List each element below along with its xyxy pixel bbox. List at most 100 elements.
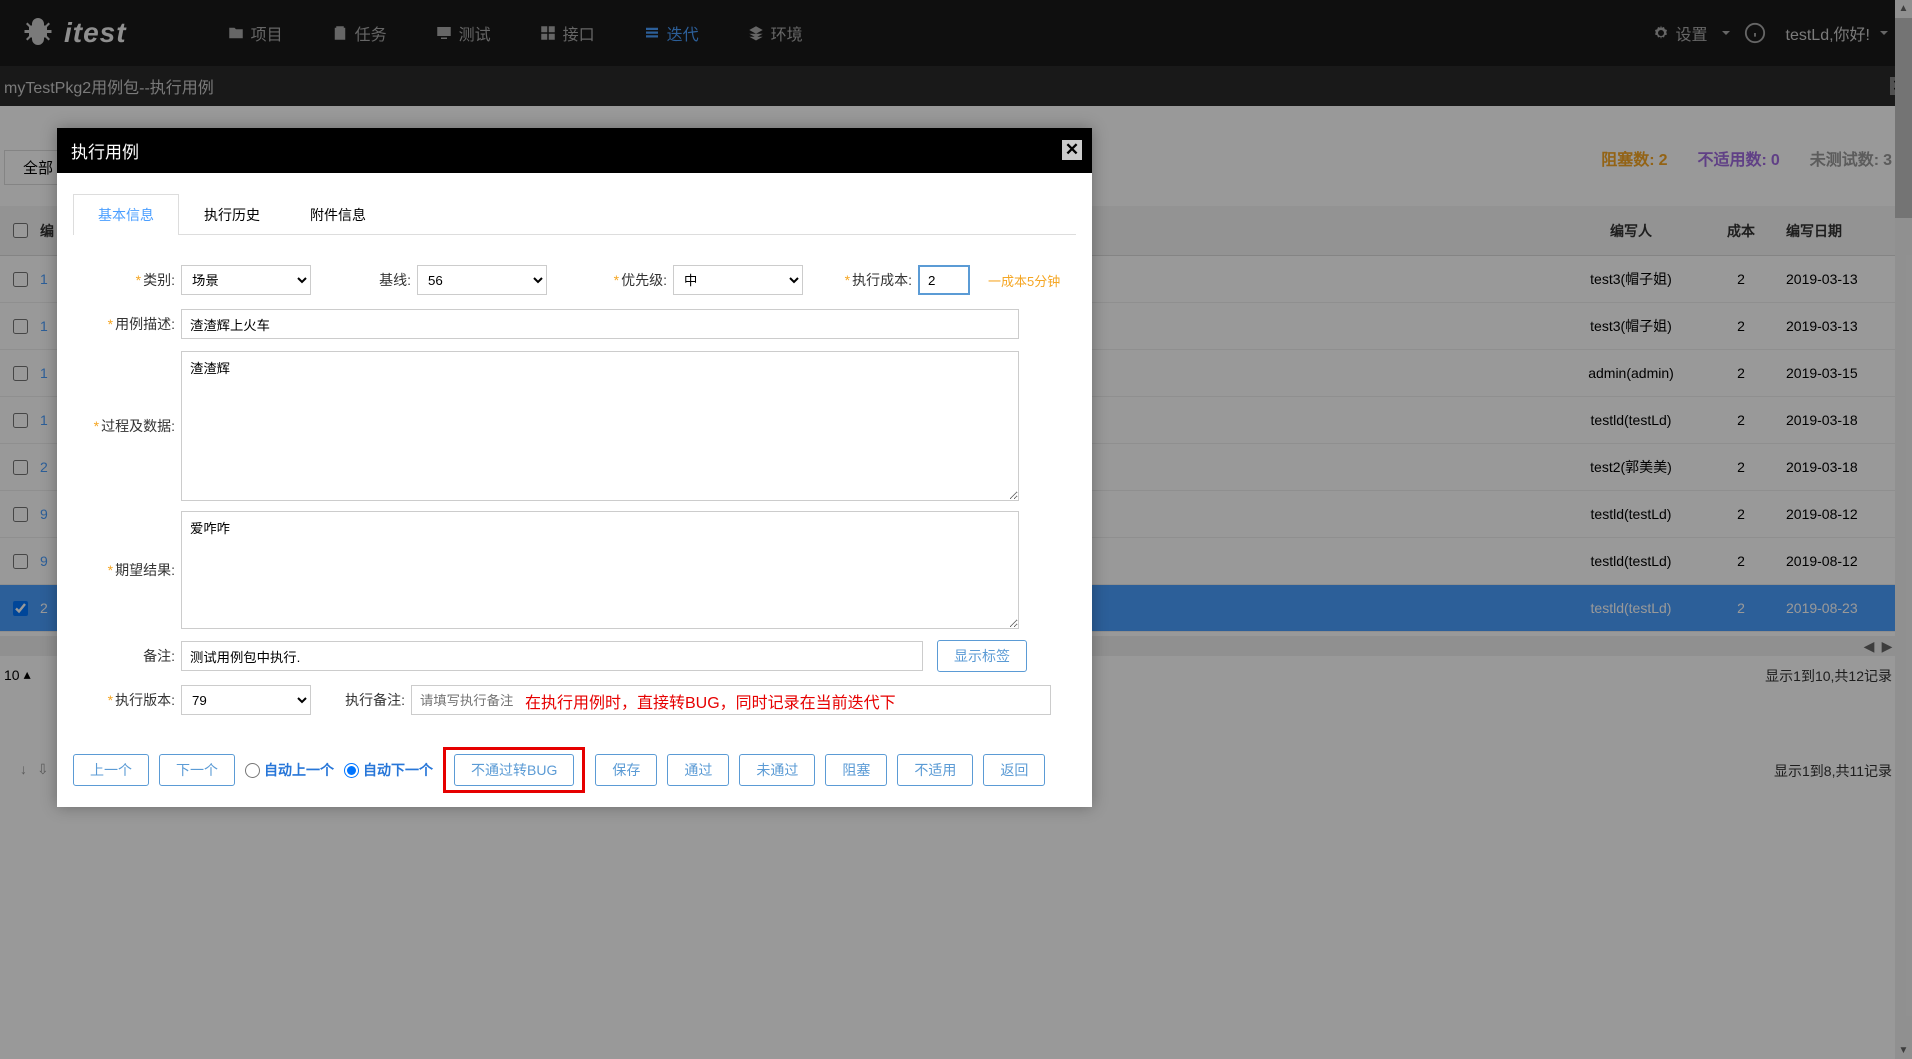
breadcrumb: myTestPkg2用例包--执行用例 ✕ <box>0 66 1912 106</box>
row-checkbox[interactable] <box>13 601 28 616</box>
monitor-icon <box>435 24 453 42</box>
input-remark[interactable] <box>181 641 923 671</box>
top-nav: itest 项目 任务 测试 接口 迭代 环境 设置 testLd,你好! <box>0 0 1912 66</box>
nav-api[interactable]: 接口 <box>539 21 595 45</box>
input-desc[interactable] <box>181 309 1019 339</box>
list-icon <box>643 24 661 42</box>
row-checkbox[interactable] <box>13 272 28 287</box>
select-all-checkbox[interactable] <box>13 223 28 238</box>
row-date: 2019-08-12 <box>1776 506 1896 522</box>
row-date: 2019-08-23 <box>1776 600 1896 616</box>
footer-buttons: 上一个 下一个 自动上一个 自动下一个 不通过转BUG 保存 通过 未通过 阻塞… <box>57 739 1092 807</box>
save-button[interactable]: 保存 <box>595 754 657 786</box>
stat-blocked-label: 阻塞数: <box>1601 152 1654 169</box>
auto-prev-radio[interactable]: 自动上一个 <box>245 760 334 780</box>
row-date: 2019-03-15 <box>1776 365 1896 381</box>
modal-tabs: 基本信息 执行历史 附件信息 <box>73 193 1076 235</box>
user-greeting[interactable]: testLd,你好! <box>1786 21 1892 45</box>
label-process: 过程及数据: <box>101 418 175 434</box>
pass-button[interactable]: 通过 <box>667 754 729 786</box>
show-tags-button[interactable]: 显示标签 <box>937 640 1027 672</box>
row-checkbox[interactable] <box>13 554 28 569</box>
nav-items: 项目 任务 测试 接口 迭代 环境 <box>227 21 803 45</box>
row-date: 2019-03-18 <box>1776 412 1896 428</box>
stat-na-label: 不适用数: <box>1698 152 1767 169</box>
row-cost: 2 <box>1706 506 1776 522</box>
tab-attachments[interactable]: 附件信息 <box>285 194 391 235</box>
next-button[interactable]: 下一个 <box>159 754 235 786</box>
row-date: 2019-03-18 <box>1776 459 1896 475</box>
scroll-up-icon[interactable]: ▲ <box>1895 0 1912 17</box>
textarea-expected[interactable]: 爱咋咋 <box>181 511 1019 629</box>
fail-to-bug-highlight: 不通过转BUG <box>443 747 585 793</box>
tab-basic-info[interactable]: 基本信息 <box>73 194 179 235</box>
row-checkbox[interactable] <box>13 507 28 522</box>
nav-env[interactable]: 环境 <box>747 21 803 45</box>
caret-up-icon: ▴ <box>24 666 31 683</box>
col-cost-header: 成本 <box>1706 221 1776 241</box>
label-exec-remark: 执行备注: <box>345 692 405 708</box>
select-baseline[interactable]: 56 <box>417 265 547 295</box>
scroll-down-icon[interactable]: ▼ <box>1895 1042 1912 1059</box>
browser-scrollbar[interactable]: ▲ ▼ <box>1895 0 1912 1059</box>
row-checkbox[interactable] <box>13 413 28 428</box>
logo-text: itest <box>64 17 127 49</box>
nav-iteration[interactable]: 迭代 <box>643 21 699 45</box>
textarea-process[interactable]: 渣渣辉 <box>181 351 1019 501</box>
label-exec-version: 执行版本: <box>115 692 175 708</box>
page-size-selector[interactable]: 10 ▴ <box>4 666 31 683</box>
nav-settings[interactable]: 设置 <box>1652 21 1708 45</box>
row-checkbox[interactable] <box>13 319 28 334</box>
breadcrumb-text: myTestPkg2用例包--执行用例 <box>4 74 214 98</box>
tab-exec-history[interactable]: 执行历史 <box>179 194 285 235</box>
row-cost: 2 <box>1706 600 1776 616</box>
execute-case-modal: 执行用例 ✕ 基本信息 执行历史 附件信息 *类别: 场景 基线: 56 *优先… <box>57 128 1092 807</box>
row-author: admin(admin) <box>1556 365 1706 381</box>
row-checkbox[interactable] <box>13 460 28 475</box>
arrow-down-icon[interactable]: ↓ <box>20 761 27 778</box>
footer-icons: ↓ ⇩ <box>20 761 49 778</box>
prev-button[interactable]: 上一个 <box>73 754 149 786</box>
grid-icon <box>539 24 557 42</box>
row-author: testld(testLd) <box>1556 553 1706 569</box>
auto-next-radio[interactable]: 自动下一个 <box>344 760 433 780</box>
stat-untested-label: 未测试数: <box>1810 152 1879 169</box>
label-priority: 优先级: <box>621 272 667 288</box>
scroll-right-icon[interactable]: ▶ <box>1878 637 1896 655</box>
select-category[interactable]: 场景 <box>181 265 311 295</box>
fail-button[interactable]: 未通过 <box>739 754 815 786</box>
row-author: testld(testLd) <box>1556 506 1706 522</box>
records-footer-1: 显示1到10,共12记录 <box>1765 666 1892 686</box>
col-author-header: 编写人 <box>1556 221 1706 241</box>
row-checkbox[interactable] <box>13 366 28 381</box>
cost-hint: 一成本5分钟 <box>988 271 1060 290</box>
gear-icon <box>1652 24 1670 42</box>
layers-icon <box>747 24 765 42</box>
annotation-text: 在执行用例时，直接转BUG，同时记录在当前迭代下 <box>525 689 896 713</box>
label-expected: 期望结果: <box>115 562 175 578</box>
label-category: 类别: <box>143 272 175 288</box>
na-button[interactable]: 不适用 <box>897 754 973 786</box>
input-exec-cost[interactable] <box>918 265 970 295</box>
nav-project[interactable]: 项目 <box>227 21 283 45</box>
scrollbar-thumb[interactable] <box>1895 18 1912 218</box>
select-priority[interactable]: 中 <box>673 265 803 295</box>
block-button[interactable]: 阻塞 <box>825 754 887 786</box>
nav-test[interactable]: 测试 <box>435 21 491 45</box>
scroll-left-icon[interactable]: ◀ <box>1860 637 1878 655</box>
info-icon[interactable] <box>1744 22 1766 44</box>
row-date: 2019-08-12 <box>1776 553 1896 569</box>
row-author: testld(testLd) <box>1556 412 1706 428</box>
row-cost: 2 <box>1706 318 1776 334</box>
logo[interactable]: itest <box>20 15 127 51</box>
stat-blocked-value: 2 <box>1659 152 1668 169</box>
back-button[interactable]: 返回 <box>983 754 1045 786</box>
download-icon[interactable]: ⇩ <box>37 761 49 778</box>
modal-close-button[interactable]: ✕ <box>1062 140 1082 160</box>
label-baseline: 基线: <box>379 272 411 288</box>
select-exec-version[interactable]: 79 <box>181 685 311 715</box>
row-cost: 2 <box>1706 553 1776 569</box>
chevron-down-icon[interactable] <box>1718 25 1734 41</box>
nav-task[interactable]: 任务 <box>331 21 387 45</box>
fail-to-bug-button[interactable]: 不通过转BUG <box>454 754 574 786</box>
